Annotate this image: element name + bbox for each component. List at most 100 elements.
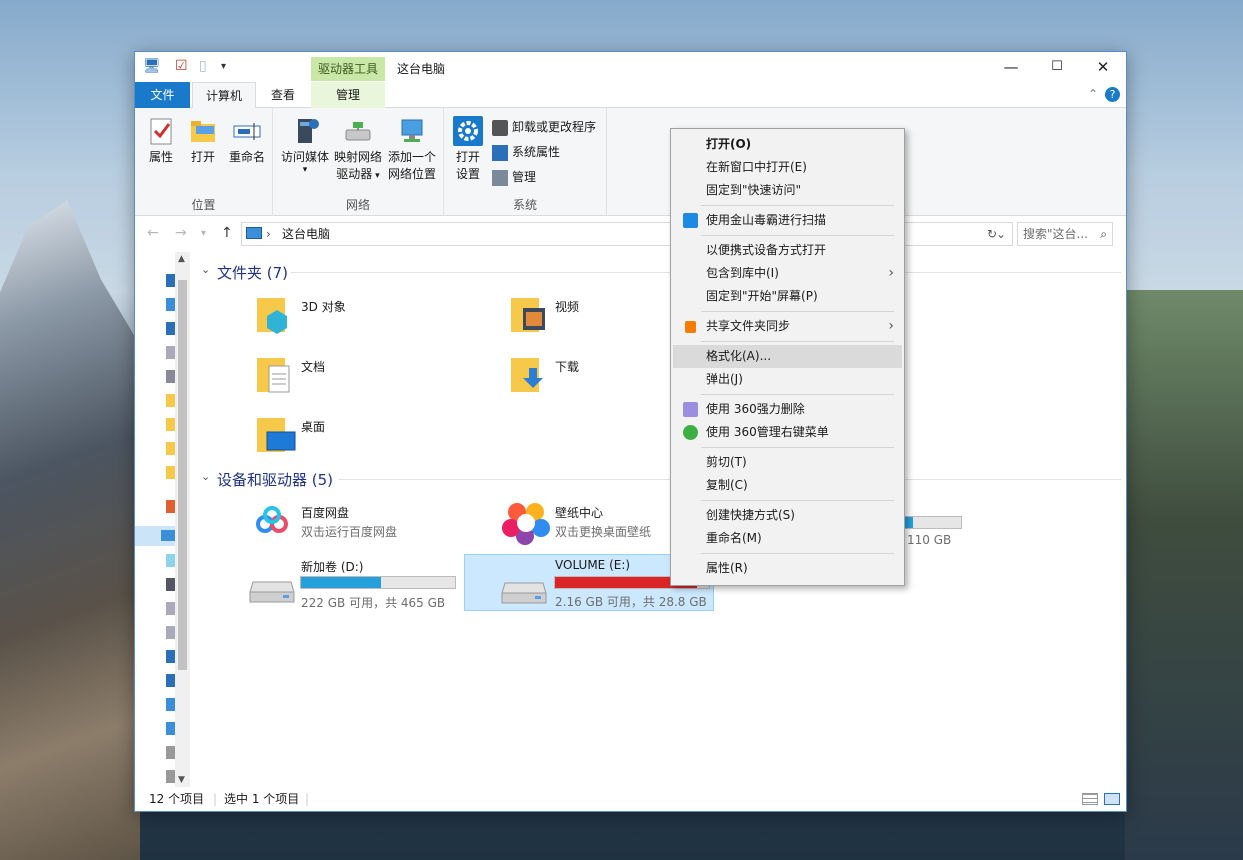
- baidu-netdisk-icon: [251, 502, 293, 544]
- menu-separator: [701, 311, 894, 312]
- recent-locations-icon[interactable]: ▾: [201, 228, 206, 239]
- nav-this-pc-selected[interactable]: [135, 526, 175, 546]
- ribbon: 属性 打开 重命名 位置 访问媒体 ▾ 映射网络 驱动器 ▾ 添加一个 网络位置…: [135, 108, 1126, 216]
- menu-item-360-force-delete[interactable]: 使用 360强力删除: [673, 398, 902, 421]
- menu-item-eject[interactable]: 弹出(J): [673, 368, 902, 391]
- share-sync-icon: [685, 321, 696, 333]
- this-pc-icon: [246, 227, 262, 239]
- folders-collapse-icon[interactable]: ⌄: [201, 263, 210, 276]
- title-bar: 🖥 ☑ ▯ ▾ 驱动器工具 这台电脑 — ☐ ✕: [135, 52, 1126, 82]
- map-drive-dropdown-icon: ▾: [372, 171, 380, 181]
- open-button[interactable]: 打开: [185, 114, 221, 166]
- search-input[interactable]: 搜索"这台... ⌕: [1017, 222, 1113, 246]
- forward-icon[interactable]: →: [175, 225, 187, 241]
- tab-view[interactable]: 查看: [256, 82, 310, 108]
- close-button[interactable]: ✕: [1080, 52, 1126, 82]
- open-folder-icon: [188, 116, 218, 146]
- details-view-icon[interactable]: [1082, 793, 1098, 805]
- menu-item-kingsoft-scan[interactable]: 使用金山毒霸进行扫描: [673, 209, 902, 232]
- network-location-icon: [397, 116, 427, 146]
- status-bar: 12 个项目 | 选中 1 个项目 |: [135, 787, 1126, 812]
- tab-manage[interactable]: 管理: [311, 82, 385, 108]
- window-title: 这台电脑: [397, 62, 446, 76]
- ribbon-group-system: 打开 设置 卸载或更改程序 系统属性 管理 系统: [444, 108, 607, 216]
- partial-drive-usage-fill: [905, 517, 914, 528]
- wallpaper-mountain: [0, 200, 140, 860]
- properties-button[interactable]: 属性: [143, 114, 179, 166]
- 3d-objects-folder-icon: [257, 294, 293, 334]
- refresh-icon[interactable]: ↻: [987, 227, 997, 241]
- rename-icon: [232, 116, 262, 146]
- menu-item-properties[interactable]: 属性(R): [673, 557, 902, 580]
- submenu-arrow-icon: ›: [888, 265, 894, 281]
- documents-folder-icon: [257, 354, 293, 393]
- menu-item-include-library[interactable]: 包含到库中(I) ›: [673, 262, 902, 285]
- up-icon[interactable]: ↑: [221, 225, 233, 241]
- menu-separator: [701, 394, 894, 395]
- ribbon-group-label-location: 位置: [191, 198, 216, 212]
- manage-button[interactable]: 管理: [492, 166, 536, 188]
- rename-button[interactable]: 重命名: [225, 114, 269, 166]
- tab-computer[interactable]: 计算机: [192, 82, 256, 109]
- content-pane: ⌄ 文件夹 (7) 3D 对象 视频 文档 下载 桌面 ⌄ 设备和驱动器 (5)…: [193, 252, 1126, 787]
- access-media-button[interactable]: 访问媒体 ▾: [279, 114, 331, 175]
- uninstall-programs-button[interactable]: 卸载或更改程序: [492, 116, 596, 138]
- address-bar-row: ← → ▾ ↑ › 这台电脑 ⌄ ↻ 搜索"这台... ⌕: [135, 216, 1126, 252]
- menu-item-pin-start[interactable]: 固定到"开始"屏幕(P): [673, 285, 902, 308]
- add-network-location-button[interactable]: 添加一个 网络位置: [385, 114, 439, 183]
- uninstall-icon: [492, 119, 508, 136]
- menu-item-format[interactable]: 格式化(A)...: [673, 345, 902, 368]
- minimize-button[interactable]: —: [988, 52, 1034, 82]
- system-properties-button[interactable]: 系统属性: [492, 141, 560, 163]
- collapse-ribbon-icon[interactable]: ⌃: [1088, 87, 1098, 101]
- manage-icon: [492, 169, 508, 186]
- menu-item-360-manage-menu[interactable]: 使用 360管理右键菜单: [673, 421, 902, 444]
- wallpaper-coast: [1125, 290, 1243, 860]
- ribbon-group-location: 属性 打开 重命名 位置: [135, 108, 273, 216]
- large-icons-view-icon[interactable]: [1104, 793, 1120, 805]
- submenu-arrow-icon: ›: [888, 318, 894, 334]
- map-network-drive-button[interactable]: 映射网络 驱动器 ▾: [333, 114, 383, 185]
- address-dropdown-icon[interactable]: ⌄: [996, 223, 1006, 245]
- scroll-down-icon[interactable]: ▼: [178, 775, 185, 785]
- menu-item-create-shortcut[interactable]: 创建快捷方式(S): [673, 504, 902, 527]
- maximize-button[interactable]: ☐: [1034, 52, 1080, 82]
- new-folder-quick-icon[interactable]: ▯: [199, 58, 207, 74]
- scroll-up-icon[interactable]: ▲: [178, 254, 185, 264]
- menu-item-share-sync[interactable]: 共享文件夹同步 ›: [673, 315, 902, 338]
- help-icon[interactable]: ?: [1105, 87, 1120, 102]
- menu-item-cut[interactable]: 剪切(T): [673, 451, 902, 474]
- menu-item-open[interactable]: 打开(O): [673, 133, 902, 156]
- ribbon-group-label-network: 网络: [345, 198, 370, 212]
- navigation-scrollbar[interactable]: ▲ ▼: [175, 252, 190, 787]
- 360-manage-icon: [683, 425, 698, 440]
- status-divider: |: [305, 792, 310, 806]
- drive-d-usage-bar: [300, 576, 456, 589]
- breadcrumb-chevron-icon: ›: [266, 227, 271, 241]
- desktop-folder-icon: [257, 414, 296, 452]
- folders-section-header[interactable]: 文件夹 (7): [217, 262, 288, 283]
- menu-item-open-portable[interactable]: 以便携式设备方式打开: [673, 239, 902, 262]
- menu-separator: [701, 235, 894, 236]
- kingsoft-antivirus-icon: [683, 213, 698, 228]
- devices-collapse-icon[interactable]: ⌄: [201, 470, 210, 483]
- menu-item-open-new-window[interactable]: 在新窗口中打开(E): [673, 156, 902, 179]
- item-count: 12 个项目: [149, 792, 205, 806]
- back-icon[interactable]: ←: [147, 225, 159, 241]
- menu-item-rename[interactable]: 重命名(M): [673, 527, 902, 550]
- properties-quick-icon[interactable]: ☑: [175, 58, 188, 74]
- tab-file[interactable]: 文件: [135, 82, 190, 108]
- menu-separator: [701, 447, 894, 448]
- devices-section-header[interactable]: 设备和驱动器 (5): [217, 469, 333, 490]
- navigation-scroll-thumb[interactable]: [178, 280, 187, 670]
- network-drive-icon: [343, 116, 373, 146]
- 360-delete-icon: [683, 402, 698, 417]
- status-divider: |: [213, 792, 218, 806]
- quick-access-dropdown-icon[interactable]: ▾: [221, 61, 226, 72]
- selected-count: 选中 1 个项目: [224, 792, 300, 806]
- menu-item-copy[interactable]: 复制(C): [673, 474, 902, 497]
- drive-tools-header: 驱动器工具: [311, 57, 385, 81]
- properties-icon: [146, 116, 176, 146]
- menu-item-pin-quick-access[interactable]: 固定到"快速访问": [673, 179, 902, 202]
- open-settings-button[interactable]: 打开 设置: [450, 114, 486, 183]
